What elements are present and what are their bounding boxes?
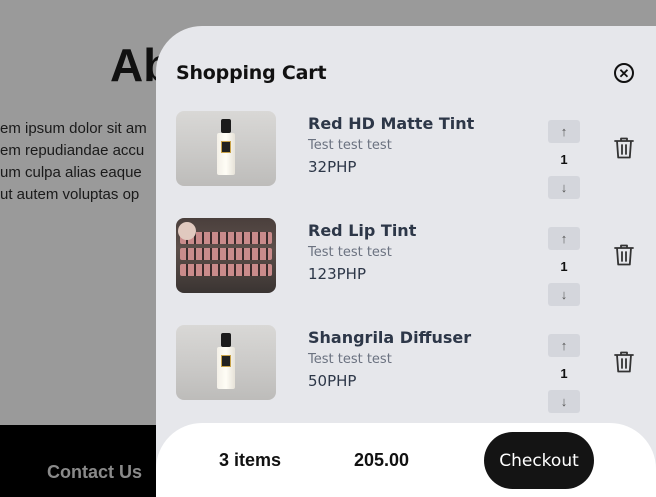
product-description: Test test test (308, 352, 392, 367)
arrow-down-icon[interactable]: ↓ (548, 176, 580, 199)
background-paragraph-line: ut autem voluptas op (0, 186, 140, 203)
close-icon[interactable]: ✕ (614, 63, 634, 83)
product-description: Test test test (308, 245, 392, 260)
product-image (176, 325, 276, 400)
arrow-up-icon[interactable]: ↑ (548, 120, 580, 143)
cart-item: Red Lip Tint Test test test 123PHP ↑ 1 ↓ (176, 218, 646, 308)
background-paragraph-line: em ipsum dolor sit am (0, 120, 147, 137)
arrow-up-icon[interactable]: ↑ (548, 227, 580, 250)
product-description: Test test test (308, 138, 392, 153)
cart-total: 205.00 (354, 450, 410, 470)
trash-icon[interactable] (613, 136, 635, 160)
cart-item: Shangrila Diffuser Test test test 50PHP … (176, 325, 646, 415)
arrow-up-icon[interactable]: ↑ (548, 334, 580, 357)
product-name: Shangrila Diffuser (308, 328, 472, 347)
background-paragraph-line: um culpa alias eaque (0, 164, 142, 181)
item-count: 3 items (219, 450, 282, 470)
background-paragraph-line: em repudiandae accu (0, 142, 145, 159)
trash-icon[interactable] (613, 243, 635, 267)
cart-item: Red HD Matte Tint Test test test 32PHP ↑… (176, 111, 646, 201)
background-paragraph: em ipsum dolor sit am em repudiandae acc… (0, 118, 170, 206)
product-name: Red HD Matte Tint (308, 114, 475, 133)
trash-icon[interactable] (613, 350, 635, 374)
arrow-down-icon[interactable]: ↓ (548, 283, 580, 306)
cart-footer: 3 items 205.00 Checkout (156, 423, 656, 497)
arrow-down-icon[interactable]: ↓ (548, 390, 580, 413)
product-price: 123PHP (308, 265, 367, 283)
product-image (176, 218, 276, 293)
cart-title: Shopping Cart (176, 62, 327, 84)
product-price: 32PHP (308, 158, 357, 176)
contact-us-link[interactable]: Contact Us (47, 462, 142, 483)
checkout-button[interactable]: Checkout (484, 432, 594, 489)
product-name: Red Lip Tint (308, 221, 417, 240)
quantity-value: 1 (560, 366, 568, 381)
quantity-value: 1 (560, 259, 568, 274)
product-price: 50PHP (308, 372, 357, 390)
product-image (176, 111, 276, 186)
quantity-value: 1 (560, 152, 568, 167)
